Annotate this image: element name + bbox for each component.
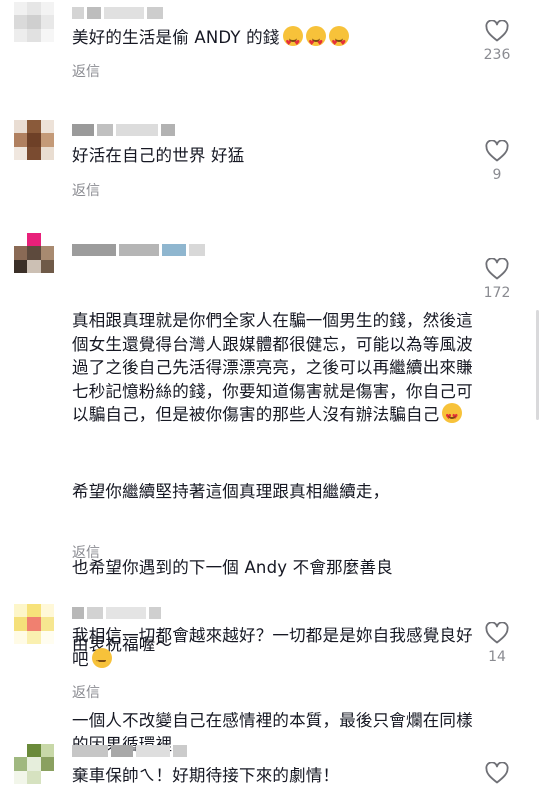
scrollbar[interactable] xyxy=(536,310,539,420)
like-count: 236 xyxy=(483,47,511,63)
comment-paragraph: 希望你繼續堅持著這個真理跟真相繼續走， xyxy=(72,481,390,501)
like-count: 9 xyxy=(492,167,502,183)
avatar[interactable] xyxy=(14,233,54,273)
heart-outline-icon xyxy=(485,258,509,280)
like-count: 14 xyxy=(488,649,506,665)
like-button[interactable]: 14 xyxy=(467,622,527,665)
heart-eyes-emoji xyxy=(442,403,463,430)
avatar[interactable] xyxy=(14,604,54,644)
username-redacted[interactable] xyxy=(72,243,205,257)
like-count: 172 xyxy=(483,285,511,301)
comment-text: 美好的生活是偷 ANDY 的錢 xyxy=(72,26,482,56)
heart-outline-icon xyxy=(485,622,509,644)
username-redacted[interactable] xyxy=(72,744,187,758)
like-button[interactable]: 9 xyxy=(467,140,527,183)
face-with-hearts-emoji xyxy=(305,26,326,56)
comment-text: 棄車保帥ㄟ！好期待接下來的劇情！ xyxy=(72,766,340,785)
face-with-hearts-emoji xyxy=(282,26,303,56)
username-redacted[interactable] xyxy=(72,123,175,137)
face-with-hearts-emoji xyxy=(328,26,349,56)
comment-paragraph: 也希望你遇到的下一個 Andy 不會那麼善良 xyxy=(72,558,393,577)
like-button[interactable]: 236 xyxy=(467,20,527,63)
heart-outline-icon xyxy=(485,140,509,162)
heart-outline-icon xyxy=(485,20,509,42)
expressionless-face-emoji xyxy=(91,647,112,673)
username-redacted[interactable] xyxy=(72,606,161,620)
heart-outline-icon xyxy=(485,762,509,784)
comment-text: 我相信一切都會越來越好？一切都是是妳自我感覺良好吧 xyxy=(72,624,482,673)
like-button[interactable]: 172 xyxy=(467,258,527,301)
reply-button[interactable]: 返信 xyxy=(72,180,100,200)
reply-button[interactable]: 返信 xyxy=(72,682,100,702)
like-button[interactable] xyxy=(467,762,527,784)
comment-text: 好活在自己的世界 好猛 xyxy=(72,146,245,165)
comment-text: 真相跟真理就是你們全家人在騙一個男生的錢，然後這個女生還覺得台灣人跟媒體都很健忘… xyxy=(72,262,482,803)
avatar[interactable] xyxy=(14,2,54,42)
comment-paragraph: 真相跟真理就是你們全家人在騙一個男生的錢，然後這個女生還覺得台灣人跟媒體都很健忘… xyxy=(72,309,482,430)
username-redacted[interactable] xyxy=(72,6,163,20)
reply-button[interactable]: 返信 xyxy=(72,61,100,81)
reply-button[interactable]: 返信 xyxy=(72,542,100,562)
avatar[interactable] xyxy=(14,120,54,160)
avatar[interactable] xyxy=(14,744,54,784)
